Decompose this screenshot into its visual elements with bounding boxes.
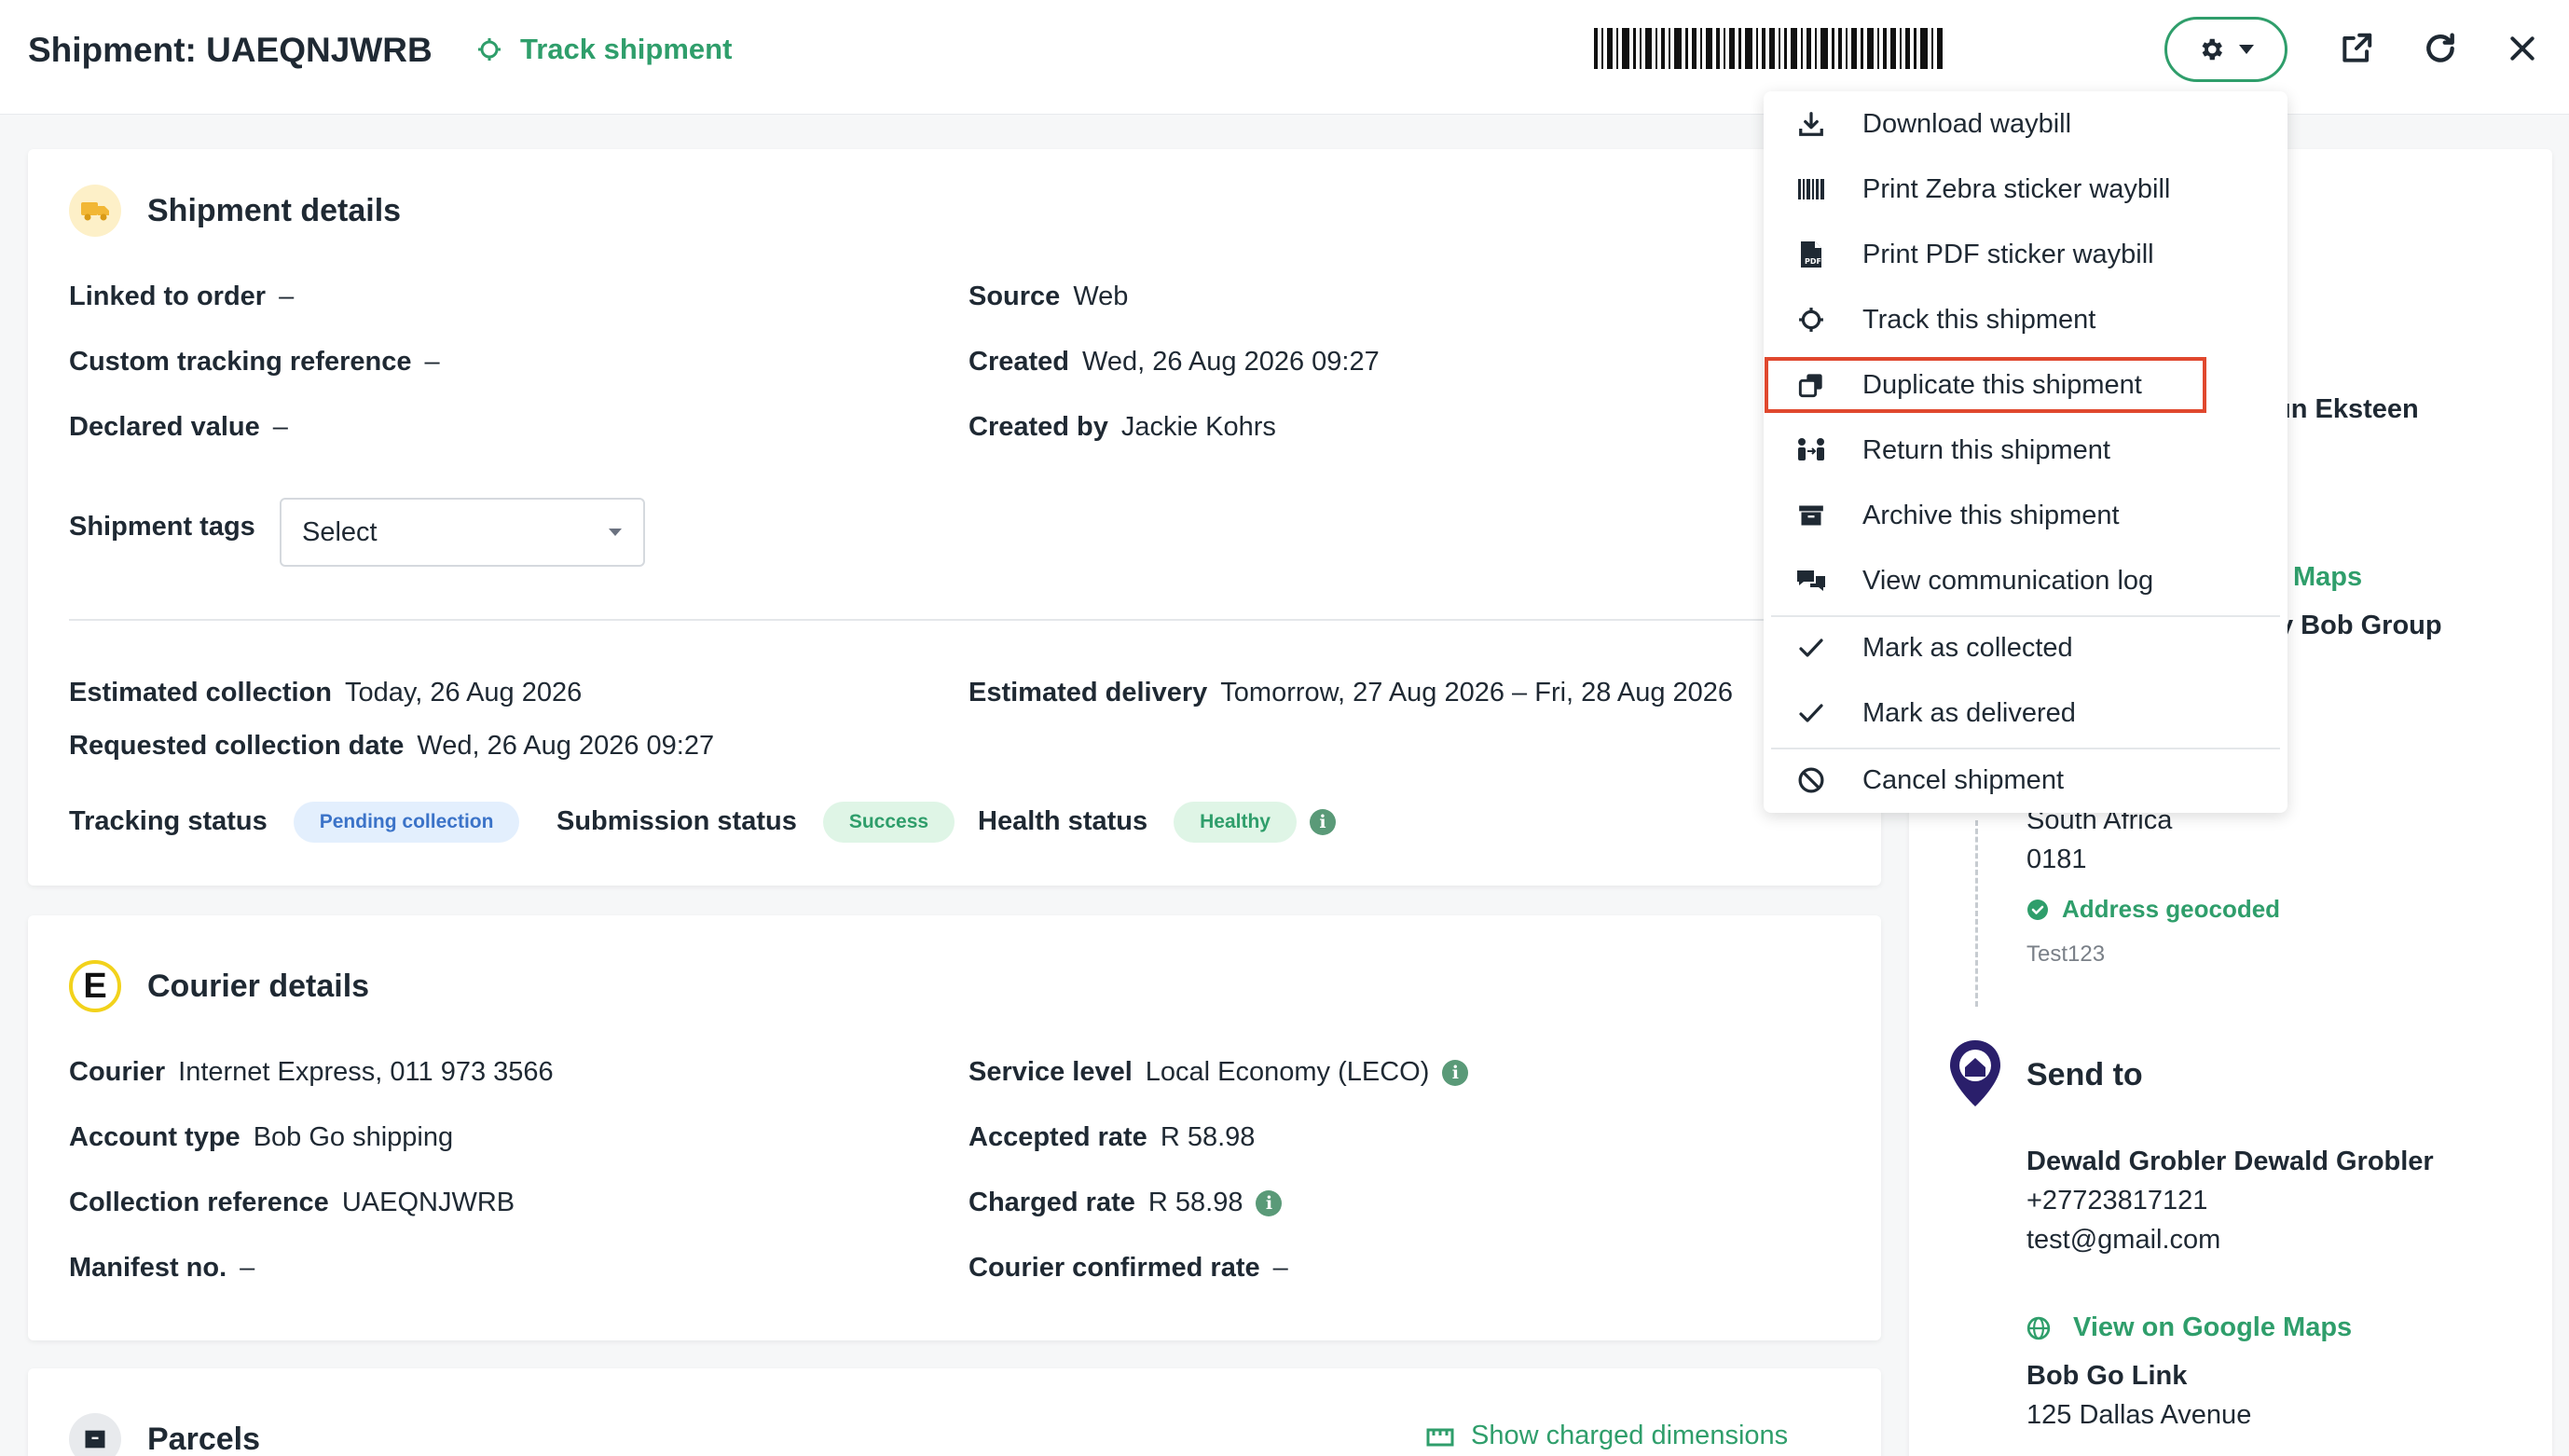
section-divider (69, 619, 1840, 621)
menu-item-track-shipment[interactable]: Track this shipment (1764, 291, 2287, 349)
gear-icon (2202, 38, 2222, 61)
crosshair-icon (478, 38, 501, 61)
submission-status-field: Submission status Success (556, 802, 955, 843)
created-by-field: Created by Jackie Kohrs (969, 412, 1276, 442)
crosshair-icon (1795, 304, 1827, 336)
charged-rate-field: Charged rate R 58.98 i (969, 1188, 1283, 1218)
menu-divider (1771, 748, 2280, 749)
submission-status-badge: Success (822, 802, 955, 843)
send-to-title: Send to (2026, 1057, 2143, 1092)
maps-link-partial[interactable]: Maps (2293, 562, 2362, 593)
recipient-company: Bob Go Link (2026, 1361, 2188, 1391)
refresh-icon[interactable] (2418, 26, 2463, 71)
external-link-icon[interactable] (2334, 26, 2379, 71)
source-field: Source Web (969, 282, 1129, 311)
menu-item-download-waybill[interactable]: Download waybill (1764, 95, 2287, 153)
collection-reference-field: Collection reference UAEQNJWRB (69, 1188, 515, 1217)
people-exchange-icon (1795, 434, 1827, 466)
recipient-phone: +27723817121 (2026, 1186, 2208, 1216)
page-title: Shipment: UAEQNJWRB (28, 31, 433, 69)
menu-divider (1771, 615, 2280, 617)
chat-bubbles-icon (1795, 565, 1827, 597)
barcode-icon (1795, 173, 1827, 205)
estimated-delivery-field: Estimated delivery Tomorrow, 27 Aug 2026 … (969, 678, 1734, 707)
shipment-details-title: Shipment details (147, 192, 402, 228)
health-status-badge: Healthy (1174, 802, 1297, 843)
info-icon[interactable]: i (1442, 1060, 1469, 1087)
courier-field: Courier Internet Express, 011 973 3566 (69, 1057, 554, 1087)
shipment-tags-value: Select (302, 516, 378, 547)
created-field: Created Wed, 26 Aug 2026 09:27 (969, 347, 1380, 377)
box-icon (69, 1413, 121, 1456)
collect-note: Test123 (2026, 941, 2106, 967)
health-status-field: Health status Healthy i (978, 802, 1336, 843)
view-on-google-maps-link[interactable]: View on Google Maps (2026, 1312, 2352, 1343)
shipment-tags-select[interactable]: Select (280, 498, 645, 567)
ban-icon (1795, 764, 1827, 796)
svg-text:PDF: PDF (1805, 257, 1821, 266)
declared-value-field: Declared value – (69, 412, 288, 442)
collect-name-partial: un Eksteen (2274, 394, 2419, 424)
globe-icon (2026, 1316, 2051, 1339)
menu-item-print-pdf-waybill[interactable]: PDF Print PDF sticker waybill (1764, 226, 2287, 283)
accepted-rate-field: Accepted rate R 58.98 (969, 1122, 1256, 1152)
parcels-header: Parcels (69, 1413, 260, 1456)
collect-postal-code: 0181 (2026, 845, 2087, 874)
info-icon[interactable]: i (1309, 809, 1336, 835)
settings-dropdown-menu: Download waybill Print Zebra sticker way… (1764, 91, 2287, 813)
dimensions-icon (1426, 1428, 1454, 1446)
check-icon (1795, 697, 1827, 729)
menu-item-view-communication-log[interactable]: View communication log (1764, 552, 2287, 610)
pdf-file-icon: PDF (1795, 239, 1827, 270)
courier-details-title: Courier details (147, 968, 370, 1004)
duplicate-shipment-highlight (1765, 357, 2206, 413)
track-shipment-link[interactable]: Track shipment (477, 33, 732, 66)
menu-item-mark-as-collected[interactable]: Mark as collected (1764, 619, 2287, 677)
tracking-status-field: Tracking status Pending collection (69, 802, 520, 843)
route-connector (1975, 820, 1978, 1007)
show-charged-dimensions-link[interactable]: Show charged dimensions (1426, 1421, 1788, 1451)
requested-collection-date-field: Requested collection date Wed, 26 Aug 202… (69, 731, 715, 761)
address-geocoded-status: Address geocoded (2026, 895, 2280, 924)
menu-item-print-zebra-waybill[interactable]: Print Zebra sticker waybill (1764, 160, 2287, 218)
menu-item-return-shipment[interactable]: Return this shipment (1764, 421, 2287, 479)
courier-confirmed-rate-field: Courier confirmed rate – (969, 1253, 1288, 1283)
menu-item-archive-shipment[interactable]: Archive this shipment (1764, 487, 2287, 544)
download-icon (1795, 108, 1827, 140)
track-shipment-label: Track shipment (520, 33, 733, 65)
service-level-field: Service level Local Economy (LECO) i (969, 1057, 1469, 1088)
barcode-image (1594, 28, 2097, 69)
courier-details-header: E Courier details (69, 960, 369, 1012)
truck-icon (69, 185, 121, 237)
recipient-address-line: 125 Dallas Avenue (2026, 1400, 2252, 1430)
parcels-title: Parcels (147, 1421, 260, 1456)
linked-to-order-field: Linked to order – (69, 282, 295, 311)
recipient-email: test@gmail.com (2026, 1225, 2221, 1255)
custom-tracking-reference-field: Custom tracking reference – (69, 347, 440, 377)
check-circle-icon (2027, 899, 2048, 920)
courier-logo-icon: E (69, 960, 121, 1012)
menu-item-cancel-shipment[interactable]: Cancel shipment (1764, 751, 2287, 809)
caret-down-icon (609, 529, 622, 536)
home-pin-icon (1950, 1040, 2000, 1106)
estimated-collection-field: Estimated collection Today, 26 Aug 2026 (69, 678, 583, 707)
recipient-name: Dewald Grobler Dewald Grobler (2026, 1147, 2434, 1176)
shipment-details-header: Shipment details (69, 185, 401, 237)
archive-icon (1795, 500, 1827, 531)
caret-down-icon (2239, 45, 2254, 54)
tracking-status-badge: Pending collection (293, 802, 520, 843)
menu-item-mark-as-delivered[interactable]: Mark as delivered (1764, 684, 2287, 742)
check-icon (1795, 632, 1827, 664)
account-type-field: Account type Bob Go shipping (69, 1122, 454, 1152)
close-icon[interactable] (2500, 26, 2545, 71)
shipment-tags-label: Shipment tags (69, 512, 255, 542)
manifest-no-field: Manifest no. – (69, 1253, 255, 1283)
settings-menu-button[interactable] (2164, 17, 2287, 82)
collect-company-partial: y Bob Group (2278, 611, 2442, 640)
info-icon[interactable]: i (1256, 1190, 1283, 1217)
